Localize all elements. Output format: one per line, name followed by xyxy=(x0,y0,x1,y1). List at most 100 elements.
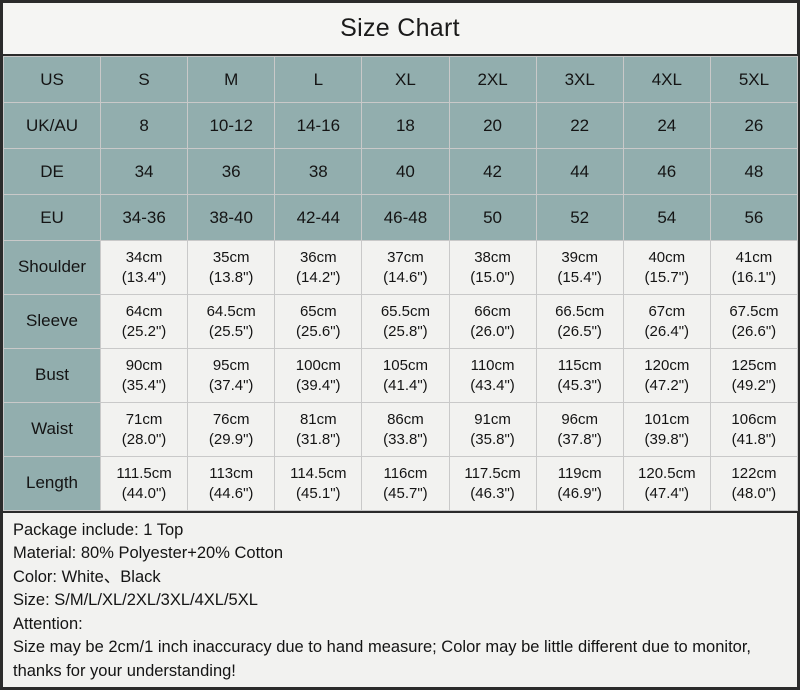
cell-shoulder-2xl: 38cm (15.0") xyxy=(448,240,537,296)
table-row-us: US S M L XL 2XL 3XL 4XL 5XL xyxy=(3,56,799,104)
cm-value: 95cm xyxy=(212,356,250,374)
inch-value: (45.7") xyxy=(383,484,428,502)
inch-value: (33.8") xyxy=(383,430,428,448)
table-row-de: DE 34 36 38 40 42 44 46 48 xyxy=(3,148,799,196)
row-label-de: DE xyxy=(3,148,101,196)
cell-ukau-2xl: 20 xyxy=(448,102,537,150)
cell-ukau-m: 10-12 xyxy=(187,102,276,150)
cm-value: 64cm xyxy=(125,302,163,320)
cm-value: 67.5cm xyxy=(729,302,779,320)
cell-de-s: 34 xyxy=(99,148,189,196)
note-attention-heading: Attention: xyxy=(13,614,83,633)
cm-value: 120cm xyxy=(644,356,690,374)
cell-waist-m: 76cm (29.9") xyxy=(187,402,276,458)
cm-value: 64.5cm xyxy=(206,302,256,320)
inch-value: (49.2") xyxy=(731,376,777,394)
cell-waist-l: 81cm (31.8") xyxy=(274,402,363,458)
cell-eu-s: 34-36 xyxy=(99,194,189,242)
cell-shoulder-xl: 37cm (14.6") xyxy=(361,240,450,296)
cm-value: 39cm xyxy=(561,248,599,266)
cell-de-l: 38 xyxy=(274,148,363,196)
cell-bust-m: 95cm (37.4") xyxy=(187,348,276,404)
inch-value: (14.2") xyxy=(296,268,341,286)
cm-value: 100cm xyxy=(295,356,341,374)
table-row-sleeve: Sleeve 64cm (25.2") 64.5cm (25.5") 65cm … xyxy=(3,294,799,350)
cell-length-s: 111.5cm (44.0") xyxy=(99,456,189,512)
inch-value: (43.4") xyxy=(470,376,515,394)
cm-value: 66.5cm xyxy=(555,302,605,320)
cell-sleeve-xl: 65.5cm (25.8") xyxy=(361,294,450,350)
cm-value: 111.5cm xyxy=(116,464,172,482)
inch-value: (16.1") xyxy=(731,268,777,286)
row-label-waist: Waist xyxy=(3,402,101,458)
inch-value: (37.4") xyxy=(208,376,254,394)
inch-value: (41.8") xyxy=(731,430,777,448)
cell-shoulder-3xl: 39cm (15.4") xyxy=(535,240,624,296)
inch-value: (26.4") xyxy=(644,322,690,340)
cell-eu-5xl: 56 xyxy=(709,194,799,242)
cell-sleeve-5xl: 67.5cm (26.6") xyxy=(709,294,799,350)
inch-value: (35.8") xyxy=(470,430,515,448)
cell-length-m: 113cm (44.6") xyxy=(187,456,276,512)
inch-value: (28.0") xyxy=(121,430,167,448)
cell-ukau-s: 8 xyxy=(99,102,189,150)
cell-length-2xl: 117.5cm (46.3") xyxy=(448,456,537,512)
inch-value: (46.9") xyxy=(557,484,602,502)
cell-bust-s: 90cm (35.4") xyxy=(99,348,189,404)
inch-value: (14.6") xyxy=(383,268,428,286)
cm-value: 34cm xyxy=(125,248,163,266)
row-label-sleeve: Sleeve xyxy=(3,294,101,350)
cm-value: 76cm xyxy=(212,410,250,428)
cm-value: 67cm xyxy=(648,302,686,320)
cell-eu-4xl: 54 xyxy=(622,194,711,242)
inch-value: (46.3") xyxy=(470,484,515,502)
cell-ukau-3xl: 22 xyxy=(535,102,624,150)
inch-value: (25.6") xyxy=(296,322,341,340)
cell-us-m: M xyxy=(187,56,276,104)
cell-us-2xl: 2XL xyxy=(448,56,537,104)
inch-value: (15.0") xyxy=(470,268,515,286)
cm-value: 35cm xyxy=(212,248,250,266)
inch-value: (26.6") xyxy=(731,322,777,340)
cell-us-4xl: 4XL xyxy=(622,56,711,104)
row-label-eu: EU xyxy=(3,194,101,242)
cell-ukau-5xl: 26 xyxy=(709,102,799,150)
note-material: Material: 80% Polyester+20% Cotton xyxy=(13,544,284,563)
cell-shoulder-4xl: 40cm (15.7") xyxy=(622,240,711,296)
cm-value: 65.5cm xyxy=(380,302,431,320)
cm-value: 105cm xyxy=(382,356,428,374)
cell-waist-2xl: 91cm (35.8") xyxy=(448,402,537,458)
cell-sleeve-3xl: 66.5cm (26.5") xyxy=(535,294,624,350)
inch-value: (47.2") xyxy=(644,376,690,394)
cell-ukau-4xl: 24 xyxy=(622,102,711,150)
cell-bust-5xl: 125cm (49.2") xyxy=(709,348,799,404)
cell-sleeve-m: 64.5cm (25.5") xyxy=(187,294,276,350)
inch-value: (45.1") xyxy=(296,484,341,502)
cm-value: 40cm xyxy=(648,248,686,266)
inch-value: (39.4") xyxy=(296,376,341,394)
cell-us-3xl: 3XL xyxy=(535,56,624,104)
cell-length-3xl: 119cm (46.9") xyxy=(535,456,624,512)
cell-bust-xl: 105cm (41.4") xyxy=(361,348,450,404)
cm-value: 106cm xyxy=(731,410,777,428)
inch-value: (44.6") xyxy=(208,484,254,502)
cm-value: 122cm xyxy=(731,464,777,482)
product-notes: Package include: 1 Top Material: 80% Pol… xyxy=(3,511,797,687)
cell-ukau-l: 14-16 xyxy=(274,102,363,150)
row-label-shoulder: Shoulder xyxy=(3,240,101,296)
inch-value: (44.0") xyxy=(121,484,167,502)
cm-value: 66cm xyxy=(474,302,511,320)
cm-value: 36cm xyxy=(299,248,337,266)
cm-value: 86cm xyxy=(387,410,424,428)
inch-value: (47.4") xyxy=(644,484,690,502)
size-chart: Size Chart US S M L XL 2XL 3XL 4XL 5XL U… xyxy=(0,0,800,690)
inch-value: (26.0") xyxy=(470,322,515,340)
cm-value: 96cm xyxy=(561,410,599,428)
cell-eu-2xl: 50 xyxy=(448,194,537,242)
cell-us-xl: XL xyxy=(361,56,450,104)
cell-us-5xl: 5XL xyxy=(709,56,799,104)
inch-value: (26.5") xyxy=(557,322,602,340)
cm-value: 71cm xyxy=(125,410,163,428)
inch-value: (25.8") xyxy=(383,322,428,340)
table-row-waist: Waist 71cm (28.0") 76cm (29.9") 81cm (31… xyxy=(3,402,799,458)
